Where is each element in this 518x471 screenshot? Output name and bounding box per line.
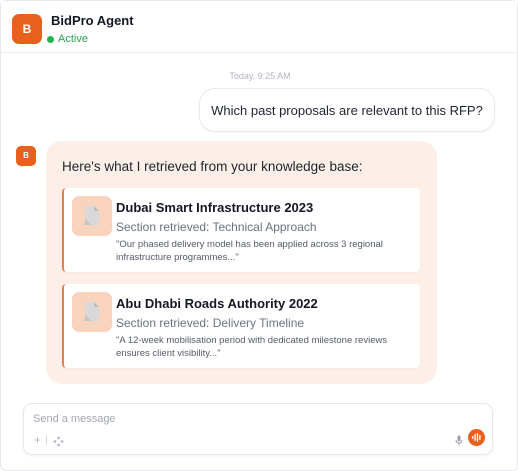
plus-icon[interactable]: +	[34, 434, 41, 446]
proposal-section: Section retrieved: Technical Approach	[116, 220, 317, 234]
chat-header: B BidPro Agent Active	[1, 1, 517, 53]
message-input[interactable]	[33, 411, 433, 427]
status-dot-icon	[47, 35, 54, 43]
status-label: Active	[58, 33, 88, 45]
agent-name: BidPro Agent	[51, 13, 134, 28]
proposal-title: Abu Dhabi Roads Authority 2022	[116, 296, 318, 311]
document-icon	[72, 196, 112, 236]
composer-divider	[46, 435, 47, 445]
user-message-bubble: Which past proposals are relevant to thi…	[199, 88, 495, 132]
retrieved-proposal-card[interactable]: Dubai Smart Infrastructure 2023 Section …	[62, 188, 420, 272]
voice-waveform-icon[interactable]	[468, 429, 485, 446]
proposal-title: Dubai Smart Infrastructure 2023	[116, 200, 314, 215]
message-timestamp: Today, 9:25 AM	[229, 71, 291, 81]
user-message-text: Which past proposals are relevant to thi…	[211, 102, 483, 118]
agent-avatar: B	[12, 14, 42, 44]
proposal-section: Section retrieved: Delivery Timeline	[116, 316, 305, 330]
proposal-quote: "Our phased delivery model has been appl…	[116, 239, 383, 263]
document-icon	[72, 292, 112, 332]
chat-window: B BidPro Agent Active Today, 9:25 AM Whi…	[0, 0, 518, 471]
sparkle-icon[interactable]	[53, 434, 64, 452]
proposal-quote: "A 12-week mobilisation period with dedi…	[116, 335, 388, 359]
retrieved-proposal-card[interactable]: Abu Dhabi Roads Authority 2022 Section r…	[62, 284, 420, 368]
status-indicator: Active	[47, 33, 88, 45]
bot-intro-text: Here's what I retrieved from your knowle…	[62, 159, 363, 174]
bot-message-bubble: Here's what I retrieved from your knowle…	[46, 141, 437, 384]
microphone-icon[interactable]	[455, 433, 463, 451]
bot-avatar: B	[16, 146, 36, 166]
message-composer: +	[23, 403, 493, 455]
